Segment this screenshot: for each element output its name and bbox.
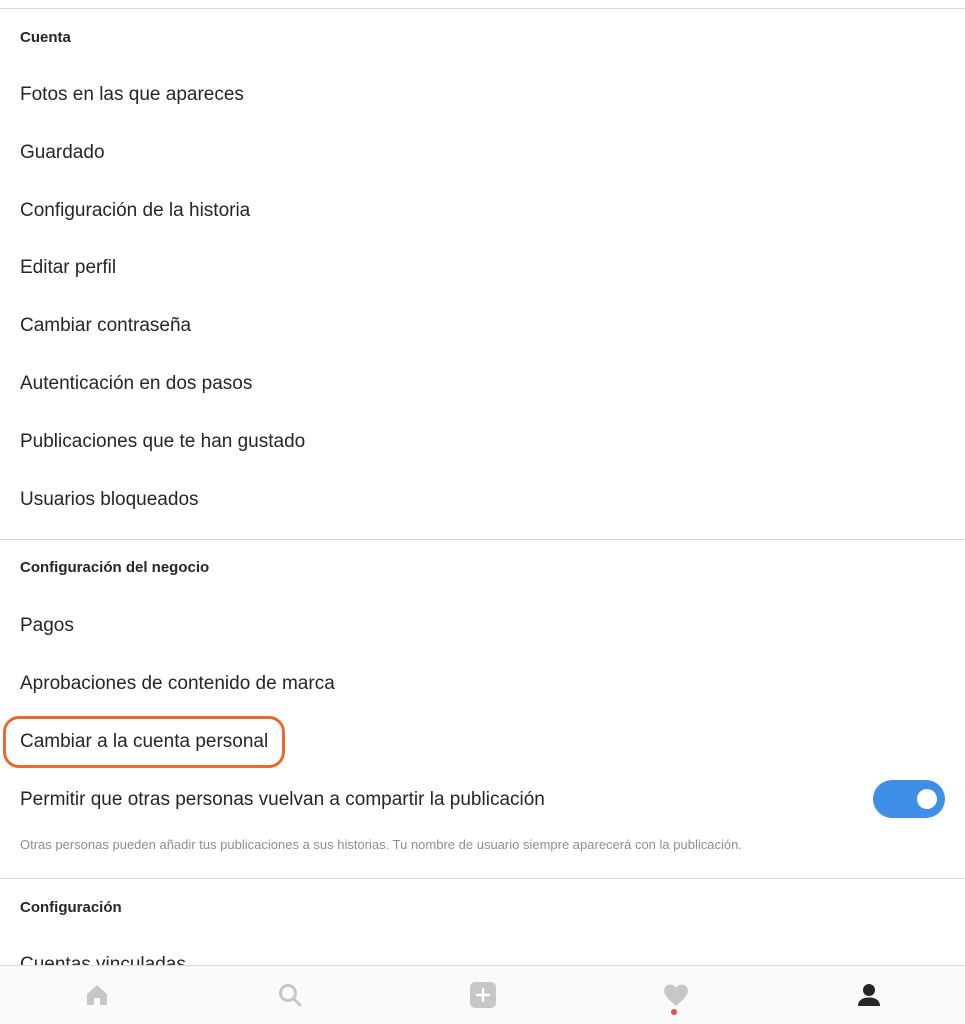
- menu-item-liked-posts[interactable]: Publicaciones que te han gustado: [0, 413, 965, 471]
- tab-profile[interactable]: [772, 966, 965, 1024]
- settings-list[interactable]: Cuenta Fotos en las que apareces Guardad…: [0, 0, 965, 965]
- allow-resharing-toggle[interactable]: [873, 780, 945, 818]
- tab-home[interactable]: [0, 966, 193, 1024]
- section-header-business: Configuración del negocio: [20, 559, 210, 576]
- toggle-knob: [917, 789, 937, 809]
- menu-item-allow-resharing[interactable]: Permitir que otras personas vuelvan a co…: [0, 771, 965, 829]
- divider: [0, 8, 965, 9]
- search-icon: [278, 984, 301, 1007]
- tab-new-post[interactable]: [386, 966, 579, 1024]
- menu-item-switch-to-personal-account[interactable]: Cambiar a la cuenta personal: [0, 713, 965, 771]
- menu-item-payments[interactable]: Pagos: [0, 597, 965, 655]
- tab-search[interactable]: [193, 966, 386, 1024]
- bottom-tab-bar: [0, 965, 965, 1024]
- tab-activity[interactable]: [579, 966, 772, 1024]
- menu-item-story-settings[interactable]: Configuración de la historia: [0, 182, 965, 240]
- divider: [0, 539, 965, 540]
- menu-item-edit-profile[interactable]: Editar perfil: [0, 239, 965, 297]
- menu-item-saved[interactable]: Guardado: [0, 124, 965, 182]
- profile-icon: [857, 984, 880, 1006]
- menu-item-branded-content-approvals[interactable]: Aprobaciones de contenido de marca: [0, 655, 965, 713]
- menu-item-blocked-users[interactable]: Usuarios bloqueados: [0, 471, 965, 529]
- menu-item-linked-accounts[interactable]: Cuentas vinculadas: [20, 952, 186, 965]
- add-post-icon: [469, 982, 496, 1008]
- notification-dot: [671, 1009, 677, 1015]
- menu-item-change-password[interactable]: Cambiar contraseña: [0, 297, 965, 355]
- home-icon: [86, 985, 107, 1005]
- heart-icon: [663, 984, 688, 1006]
- section-header-account: Cuenta: [20, 29, 71, 46]
- divider: [0, 878, 965, 879]
- resharing-helper-text: Otras personas pueden añadir tus publica…: [20, 837, 742, 852]
- menu-item-photos-of-you[interactable]: Fotos en las que apareces: [0, 66, 965, 124]
- section-header-settings: Configuración: [20, 899, 122, 916]
- menu-item-two-factor-auth[interactable]: Autenticación en dos pasos: [0, 355, 965, 413]
